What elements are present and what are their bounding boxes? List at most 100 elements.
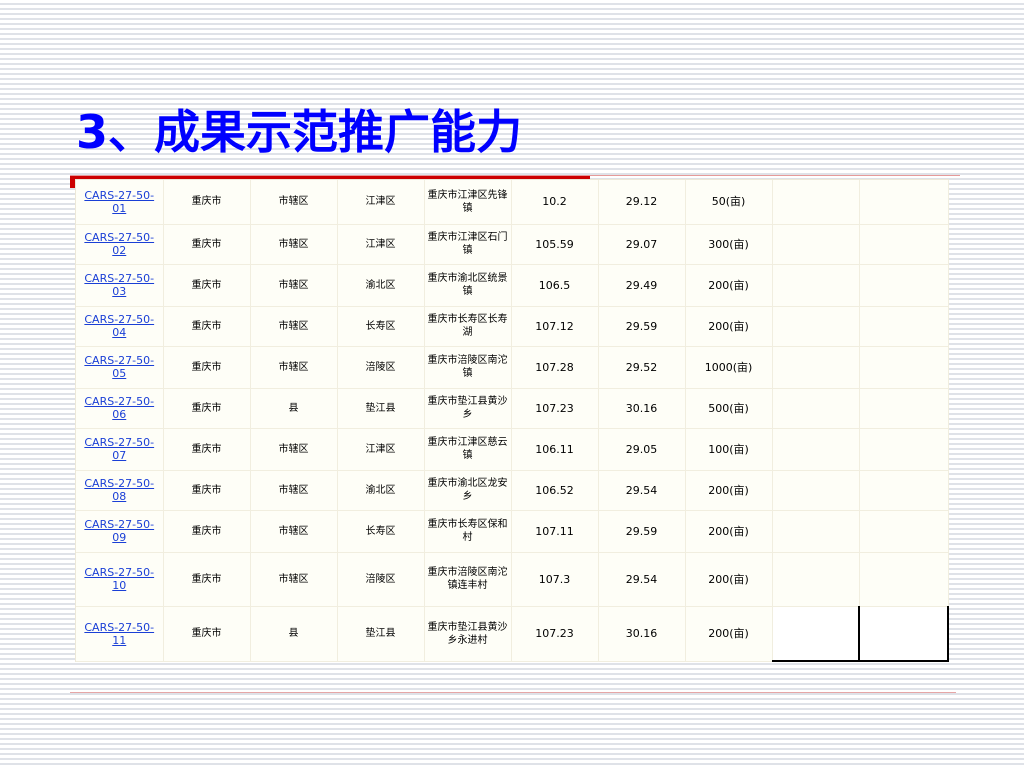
longitude-cell: 107.28 bbox=[511, 346, 599, 389]
admin-type-cell: 市辖区 bbox=[250, 470, 338, 511]
empty-cell bbox=[772, 428, 860, 471]
city-cell: 重庆市 bbox=[163, 180, 251, 225]
demonstration-sites-table: CARS-27-50-01 重庆市 市辖区 江津区 重庆市江津区先锋镇 10.2 29.12… bbox=[76, 180, 949, 662]
empty-cell bbox=[859, 306, 949, 347]
empty-cell bbox=[859, 510, 949, 553]
area-cell: 200(亩) bbox=[685, 470, 773, 511]
empty-cell bbox=[859, 552, 949, 607]
site-id-link[interactable]: CARS-27-50-06 bbox=[84, 395, 154, 421]
site-id-link[interactable]: CARS-27-50-05 bbox=[84, 354, 154, 380]
footer-rule bbox=[70, 692, 956, 693]
admin-type-cell: 县 bbox=[250, 388, 338, 429]
empty-cell bbox=[772, 552, 860, 607]
area-cell: 50(亩) bbox=[685, 180, 773, 225]
site-id-cell: CARS-27-50-11 bbox=[76, 606, 164, 662]
latitude-cell: 29.05 bbox=[598, 428, 686, 471]
admin-type-cell: 县 bbox=[250, 606, 338, 662]
area-cell: 1000(亩) bbox=[685, 346, 773, 389]
location-cell: 重庆市长寿区长寿湖 bbox=[424, 306, 512, 347]
table-row: CARS-27-50-06 重庆市县垫江县 重庆市垫江县黄沙乡 107.23 30.16… bbox=[76, 388, 949, 429]
location-cell: 重庆市涪陵区南沱镇连丰村 bbox=[424, 552, 512, 607]
location-cell: 重庆市涪陵区南沱镇 bbox=[424, 346, 512, 389]
area-cell: 200(亩) bbox=[685, 552, 773, 607]
longitude-cell: 10.2 bbox=[511, 180, 599, 225]
area-cell: 500(亩) bbox=[685, 388, 773, 429]
area-cell: 200(亩) bbox=[685, 606, 773, 662]
longitude-cell: 107.23 bbox=[511, 388, 599, 429]
site-id-link[interactable]: CARS-27-50-08 bbox=[84, 477, 154, 503]
district-cell: 江津区 bbox=[337, 428, 425, 471]
location-cell: 重庆市渝北区统景镇 bbox=[424, 264, 512, 307]
table-row: CARS-27-50-02 重庆市 市辖区 江津区 重庆市江津区石门镇 105.59 29.… bbox=[76, 224, 949, 265]
site-id-link[interactable]: CARS-27-50-11 bbox=[84, 621, 154, 647]
site-id-cell: CARS-27-50-08 bbox=[76, 470, 164, 511]
city-cell: 重庆市 bbox=[163, 552, 251, 607]
site-id-link[interactable]: CARS-27-50-04 bbox=[84, 313, 154, 339]
location-cell: 重庆市渝北区龙安乡 bbox=[424, 470, 512, 511]
longitude-cell: 106.5 bbox=[511, 264, 599, 307]
site-id-link[interactable]: CARS-27-50-07 bbox=[84, 436, 154, 462]
admin-type-cell: 市辖区 bbox=[250, 180, 338, 225]
table-row: CARS-27-50-10 重庆市 市辖区 涪陵区 重庆市涪陵区南沱镇连丰村 107.3 2… bbox=[76, 552, 949, 607]
location-cell: 重庆市江津区石门镇 bbox=[424, 224, 512, 265]
empty-cell bbox=[772, 606, 860, 662]
empty-cell bbox=[772, 470, 860, 511]
longitude-cell: 106.11 bbox=[511, 428, 599, 471]
table-body: CARS-27-50-01 重庆市 市辖区 江津区 重庆市江津区先锋镇 10.2 29.12… bbox=[76, 180, 949, 662]
table-row: CARS-27-50-03 重庆市 市辖区 渝北区 重庆市渝北区统景镇 106.5 29.4… bbox=[76, 264, 949, 307]
location-cell: 重庆市长寿区保和村 bbox=[424, 510, 512, 553]
latitude-cell: 29.54 bbox=[598, 470, 686, 511]
latitude-cell: 30.16 bbox=[598, 388, 686, 429]
city-cell: 重庆市 bbox=[163, 428, 251, 471]
latitude-cell: 29.52 bbox=[598, 346, 686, 389]
city-cell: 重庆市 bbox=[163, 470, 251, 511]
area-cell: 200(亩) bbox=[685, 510, 773, 553]
table-row: CARS-27-50-11 重庆市县垫江县 重庆市垫江县黄沙乡永进村 107.23 30… bbox=[76, 606, 949, 662]
table-row: CARS-27-50-07 重庆市 市辖区 江津区 重庆市江津区慈云镇 106.11 29.… bbox=[76, 428, 949, 471]
area-cell: 300(亩) bbox=[685, 224, 773, 265]
site-id-cell: CARS-27-50-02 bbox=[76, 224, 164, 265]
latitude-cell: 29.07 bbox=[598, 224, 686, 265]
empty-cell bbox=[859, 346, 949, 389]
district-cell: 渝北区 bbox=[337, 264, 425, 307]
area-cell: 100(亩) bbox=[685, 428, 773, 471]
empty-cell bbox=[772, 224, 860, 265]
slide-title: 3、成果示范推广能力 bbox=[76, 105, 523, 159]
table-row: CARS-27-50-04 重庆市 市辖区 长寿区 重庆市长寿区长寿湖 107.12 29.… bbox=[76, 306, 949, 347]
table-row: CARS-27-50-01 重庆市 市辖区 江津区 重庆市江津区先锋镇 10.2 29.12… bbox=[76, 180, 949, 225]
location-cell: 重庆市垫江县黄沙乡永进村 bbox=[424, 606, 512, 662]
latitude-cell: 29.59 bbox=[598, 510, 686, 553]
site-id-link[interactable]: CARS-27-50-09 bbox=[84, 518, 154, 544]
latitude-cell: 29.12 bbox=[598, 180, 686, 225]
latitude-cell: 29.59 bbox=[598, 306, 686, 347]
location-cell: 重庆市江津区先锋镇 bbox=[424, 180, 512, 225]
latitude-cell: 29.54 bbox=[598, 552, 686, 607]
site-id-cell: CARS-27-50-04 bbox=[76, 306, 164, 347]
empty-cell bbox=[859, 428, 949, 471]
empty-cell bbox=[859, 180, 949, 225]
admin-type-cell: 市辖区 bbox=[250, 428, 338, 471]
empty-cell bbox=[859, 224, 949, 265]
site-id-link[interactable]: CARS-27-50-10 bbox=[84, 566, 154, 592]
district-cell: 渝北区 bbox=[337, 470, 425, 511]
city-cell: 重庆市 bbox=[163, 224, 251, 265]
district-cell: 江津区 bbox=[337, 224, 425, 265]
empty-cell bbox=[859, 264, 949, 307]
city-cell: 重庆市 bbox=[163, 264, 251, 307]
district-cell: 垫江县 bbox=[337, 388, 425, 429]
area-cell: 200(亩) bbox=[685, 264, 773, 307]
empty-cell bbox=[772, 180, 860, 225]
empty-cell bbox=[859, 388, 949, 429]
district-cell: 涪陵区 bbox=[337, 552, 425, 607]
site-id-link[interactable]: CARS-27-50-03 bbox=[84, 272, 154, 298]
longitude-cell: 107.12 bbox=[511, 306, 599, 347]
district-cell: 涪陵区 bbox=[337, 346, 425, 389]
empty-cell bbox=[772, 346, 860, 389]
site-id-link[interactable]: CARS-27-50-02 bbox=[84, 231, 154, 257]
site-id-link[interactable]: CARS-27-50-01 bbox=[84, 189, 154, 215]
location-cell: 重庆市江津区慈云镇 bbox=[424, 428, 512, 471]
city-cell: 重庆市 bbox=[163, 606, 251, 662]
city-cell: 重庆市 bbox=[163, 346, 251, 389]
sites-table: CARS-27-50-01 重庆市 市辖区 江津区 重庆市江津区先锋镇 10.2 29.12… bbox=[76, 180, 949, 662]
table-row: CARS-27-50-05 重庆市 市辖区 涪陵区 重庆市涪陵区南沱镇 107.28 29.… bbox=[76, 346, 949, 389]
